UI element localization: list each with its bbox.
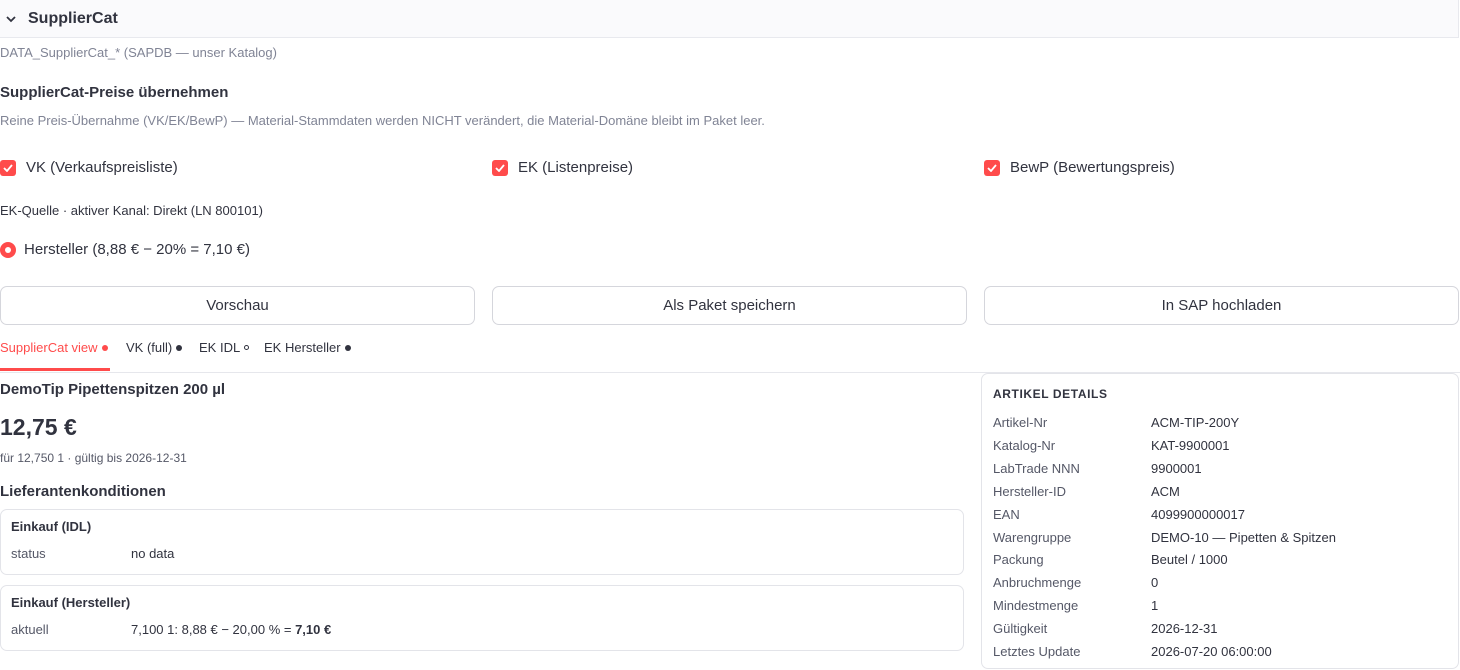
card-value: no data — [131, 546, 175, 561]
ek-checkbox-label: EK (Listenpreise) — [518, 159, 634, 176]
preview-button[interactable]: Vorschau — [0, 286, 475, 325]
card-title: Einkauf (IDL) — [11, 519, 92, 534]
expander-title: SupplierCat — [28, 9, 118, 27]
detail-row: Katalog-Nr KAT-9900001 — [993, 438, 1230, 453]
detail-value: Beutel / 1000 — [1151, 552, 1228, 567]
active-tab-indicator — [0, 368, 110, 371]
detail-row: Artikel-Nr ACM-TIP-200Y — [993, 415, 1239, 430]
ek-source-caption: EK-Quelle · aktiver Kanal: Direkt (LN 80… — [0, 203, 264, 218]
tab-ek-hersteller[interactable]: EK Hersteller — [264, 340, 351, 355]
card-title: Einkauf (Hersteller) — [11, 595, 131, 610]
detail-key: Hersteller-ID — [993, 484, 1066, 499]
tab-label: VK (full) — [126, 340, 173, 355]
detail-row: Anbruchmenge 0 — [993, 575, 1158, 590]
section-description: Reine Preis-Übernahme (VK/EK/BewP) — Mat… — [0, 113, 765, 128]
detail-key: Gültigkeit — [993, 621, 1048, 636]
detail-key: Anbruchmenge — [993, 575, 1082, 590]
card-key: aktuell — [11, 622, 49, 637]
tab-label: EK IDL — [199, 340, 241, 355]
hersteller-radio[interactable]: Hersteller (8,88 € − 20% = 7,10 €) — [0, 241, 250, 258]
vk-checkbox[interactable]: VK (Verkaufspreisliste) — [0, 159, 178, 176]
detail-key: Packung — [993, 552, 1044, 567]
bewp-checkbox[interactable]: BewP (Bewertungspreis) — [984, 159, 1175, 176]
hersteller-condition-card: Einkauf (Hersteller) aktuell 7,100 1: 8,… — [0, 585, 964, 651]
price-note: für 12,750 1 · gültig bis 2026-12-31 — [0, 451, 187, 465]
detail-row: Hersteller-ID ACM — [993, 484, 1180, 499]
detail-row: Letztes Update 2026-07-20 06:00:00 — [993, 644, 1272, 659]
card-key: status — [11, 546, 46, 561]
chevron-down-icon — [6, 14, 16, 24]
section-title: SupplierCat-Preise übernehmen — [0, 84, 229, 101]
tab-suppliercat-view[interactable]: SupplierCat view — [0, 340, 108, 355]
detail-value: 2026-12-31 — [1151, 621, 1218, 636]
detail-value: 4099900000017 — [1151, 507, 1245, 522]
tab-bar: SupplierCat view VK (full) EK IDL EK Her… — [0, 336, 1460, 373]
tab-ek-idl[interactable]: EK IDL — [199, 340, 250, 355]
detail-value: ACM — [1151, 484, 1180, 499]
conditions-title: Lieferantenkonditionen — [0, 483, 166, 500]
product-name: DemoTip Pipettenspitzen 200 µl — [0, 381, 226, 398]
details-title: ARTIKEL DETAILS — [993, 387, 1108, 401]
ek-checkbox[interactable]: EK (Listenpreise) — [492, 159, 633, 176]
source-caption: DATA_SupplierCat_* (SAPDB — unser Katalo… — [0, 45, 277, 60]
detail-key: Artikel-Nr — [993, 415, 1048, 430]
detail-row: LabTrade NNN 9900001 — [993, 461, 1202, 476]
bewp-checkbox-label: BewP (Bewertungspreis) — [1010, 159, 1175, 176]
card-value: 7,100 1: 8,88 € − 20,00 % = 7,10 € — [131, 622, 331, 637]
detail-key: EAN — [993, 507, 1020, 522]
detail-key: Letztes Update — [993, 644, 1081, 659]
value-result: 7,10 € — [295, 622, 332, 637]
detail-value: 1 — [1151, 598, 1159, 613]
radio-selected-icon — [0, 241, 16, 258]
save-package-button[interactable]: Als Paket speichern — [492, 286, 967, 325]
detail-key: Warengruppe — [993, 530, 1072, 545]
hersteller-radio-label: Hersteller (8,88 € − 20% = 7,10 €) — [24, 241, 250, 258]
detail-row: Gültigkeit 2026-12-31 — [993, 621, 1218, 636]
detail-row: Packung Beutel / 1000 — [993, 552, 1228, 567]
hollow-dot-icon — [244, 345, 250, 350]
tab-label: EK Hersteller — [264, 340, 341, 355]
tab-label: SupplierCat view — [0, 340, 98, 355]
detail-row: Mindestmenge 1 — [993, 598, 1158, 613]
detail-value: DEMO-10 — Pipetten & Spitzen — [1151, 530, 1336, 545]
suppliercat-expander-header[interactable]: SupplierCat — [0, 0, 1459, 38]
value-prefix: 7,100 1: 8,88 € − 20,00 % = — [131, 622, 296, 637]
detail-value: 0 — [1151, 575, 1159, 590]
detail-key: Mindestmenge — [993, 598, 1079, 613]
checkbox-checked-icon — [0, 159, 16, 176]
article-details-panel: ARTIKEL DETAILS Artikel-Nr ACM-TIP-200Y K… — [981, 373, 1459, 669]
detail-row: EAN 4099900000017 — [993, 507, 1245, 522]
detail-row: Warengruppe DEMO-10 — Pipetten & Spitzen — [993, 530, 1336, 545]
detail-key: LabTrade NNN — [993, 461, 1080, 476]
checkbox-checked-icon — [492, 159, 508, 176]
tab-vk-full[interactable]: VK (full) — [126, 340, 183, 355]
sap-upload-button[interactable]: In SAP hochladen — [984, 286, 1459, 325]
dot-icon — [176, 344, 183, 351]
detail-value: KAT-9900001 — [1151, 438, 1230, 453]
dot-icon — [344, 344, 351, 351]
detail-value: 9900001 — [1151, 461, 1202, 476]
detail-value: 2026-07-20 06:00:00 — [1151, 644, 1272, 659]
checkbox-checked-icon — [984, 159, 1000, 176]
product-price: 12,75 € — [0, 414, 77, 440]
idl-condition-card: Einkauf (IDL) status no data — [0, 509, 964, 575]
detail-key: Katalog-Nr — [993, 438, 1056, 453]
vk-checkbox-label: VK (Verkaufspreisliste) — [26, 159, 178, 176]
dot-icon — [101, 344, 108, 351]
detail-value: ACM-TIP-200Y — [1151, 415, 1240, 430]
